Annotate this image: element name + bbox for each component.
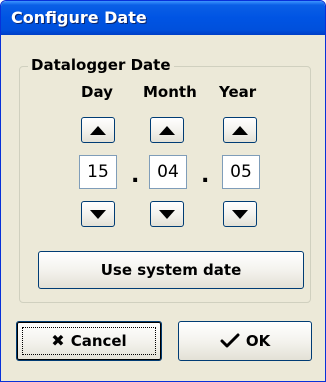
year-field[interactable]: 05 [222, 155, 260, 189]
day-label: Day [81, 83, 113, 101]
triangle-down-icon [232, 209, 248, 219]
year-label: Year [219, 83, 257, 101]
month-field[interactable]: 04 [149, 155, 187, 189]
year-down-button[interactable] [223, 201, 257, 227]
day-field[interactable]: 15 [79, 155, 117, 189]
ok-label: OK [245, 332, 271, 350]
month-up-button[interactable] [150, 117, 184, 143]
group-legend: Datalogger Date [28, 56, 174, 74]
day-up-button[interactable] [81, 117, 115, 143]
configure-date-dialog: Configure Date Datalogger Date Day Month… [0, 0, 326, 382]
check-mark-icon [220, 333, 240, 348]
day-down-button[interactable] [81, 201, 115, 227]
use-system-date-label: Use system date [100, 261, 242, 279]
ok-button[interactable]: OK [178, 321, 312, 361]
triangle-down-icon [90, 209, 106, 219]
triangle-up-icon [159, 125, 175, 135]
month-label: Month [143, 83, 197, 101]
focus-ring [22, 327, 156, 355]
date-separator: . [201, 163, 210, 188]
year-up-button[interactable] [223, 117, 257, 143]
cancel-button[interactable]: ✖ Cancel [16, 321, 162, 361]
use-system-date-button[interactable]: Use system date [38, 251, 304, 289]
month-down-button[interactable] [150, 201, 184, 227]
triangle-up-icon [232, 125, 248, 135]
triangle-up-icon [90, 125, 106, 135]
window-title: Configure Date [11, 8, 147, 27]
triangle-down-icon [159, 209, 175, 219]
date-separator: . [131, 163, 140, 188]
title-bar[interactable]: Configure Date [1, 1, 325, 35]
